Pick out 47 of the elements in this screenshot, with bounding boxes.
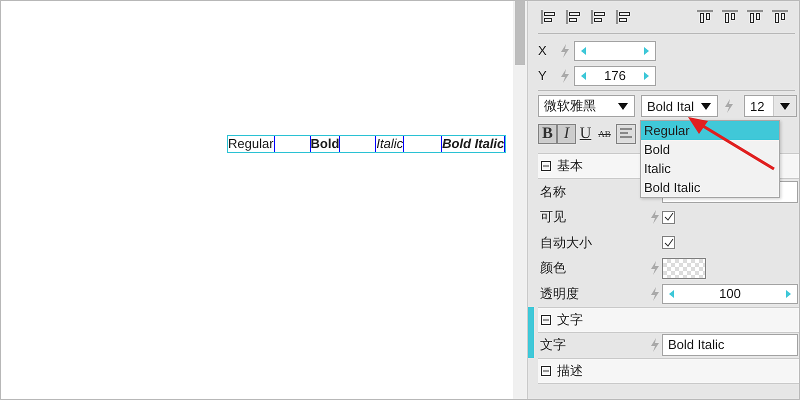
spinner-field[interactable] — [574, 40, 656, 60]
section-header[interactable]: 描述 — [538, 358, 799, 384]
checkbox[interactable] — [662, 236, 675, 250]
section-title: 文字 — [557, 310, 583, 328]
property-label: 可见 — [539, 208, 567, 226]
align-icon[interactable] — [540, 9, 558, 25]
spinner-field[interactable]: 100 — [662, 284, 798, 304]
spinner-field[interactable]: 176 — [574, 66, 656, 86]
property-label: 文字 — [539, 336, 567, 354]
section-title: 基本 — [557, 157, 583, 175]
collapse-icon[interactable] — [541, 314, 551, 324]
align-icon[interactable] — [696, 9, 714, 25]
text-label[interactable]: Bold — [310, 136, 340, 152]
property-label: 自动大小 — [539, 234, 593, 252]
menu-item[interactable]: Italic — [641, 159, 779, 178]
property-label: 透明度 — [539, 284, 580, 303]
align-icon[interactable] — [721, 9, 739, 25]
align-icon[interactable] — [746, 9, 764, 25]
color-swatch[interactable] — [662, 258, 706, 279]
field-label: X — [538, 43, 548, 58]
align-left-icon[interactable] — [616, 124, 636, 144]
menu-item[interactable]: Regular — [641, 121, 779, 140]
format-button[interactable]: AB — [595, 124, 614, 144]
checkbox[interactable] — [662, 210, 675, 224]
text-label[interactable]: Italic — [375, 136, 404, 152]
text-label[interactable]: Bold Italic — [441, 136, 506, 152]
align-icon[interactable] — [771, 9, 789, 25]
section-header[interactable]: 文字 — [538, 306, 799, 332]
font-size-select[interactable]: 12 — [744, 95, 797, 117]
menu-item[interactable]: Bold Italic — [641, 178, 779, 197]
collapse-icon[interactable] — [541, 161, 551, 171]
field-label: Y — [538, 68, 548, 83]
property-label: 颜色 — [539, 259, 567, 278]
scrollbar[interactable] — [513, 1, 528, 399]
collapse-icon[interactable] — [541, 366, 551, 376]
font-style-select[interactable]: Bold Ital — [641, 95, 718, 117]
align-icon[interactable] — [565, 9, 583, 25]
text-field[interactable]: Bold Italic — [662, 334, 798, 356]
align-icon[interactable] — [590, 9, 608, 25]
align-icon[interactable] — [615, 9, 633, 25]
section-title: 描述 — [557, 362, 583, 380]
format-button[interactable]: I — [557, 124, 576, 144]
text-label[interactable]: Regular — [228, 136, 275, 152]
format-button[interactable]: U — [576, 124, 595, 144]
font-family-select[interactable]: 微软雅黑 — [538, 95, 635, 117]
menu-item[interactable]: Bold — [641, 140, 779, 159]
format-button[interactable]: B — [538, 124, 557, 144]
